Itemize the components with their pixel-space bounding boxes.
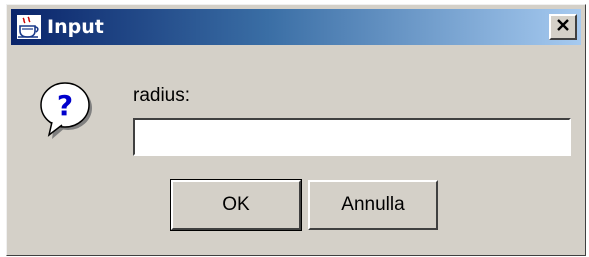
prompt-label: radius: — [133, 85, 191, 106]
close-button[interactable] — [549, 14, 577, 40]
window-title: Input — [47, 16, 104, 38]
java-cup-icon — [17, 15, 41, 39]
cancel-button[interactable]: Annulla — [308, 180, 438, 230]
ok-button[interactable]: OK — [170, 179, 302, 231]
title-bar[interactable]: Input — [11, 9, 581, 45]
input-dialog-window: Input ? radius: OK Annulla — [6, 4, 586, 256]
close-icon — [556, 18, 570, 36]
radius-input[interactable] — [133, 118, 571, 156]
question-icon: ? — [37, 79, 95, 139]
svg-text:?: ? — [57, 89, 73, 122]
